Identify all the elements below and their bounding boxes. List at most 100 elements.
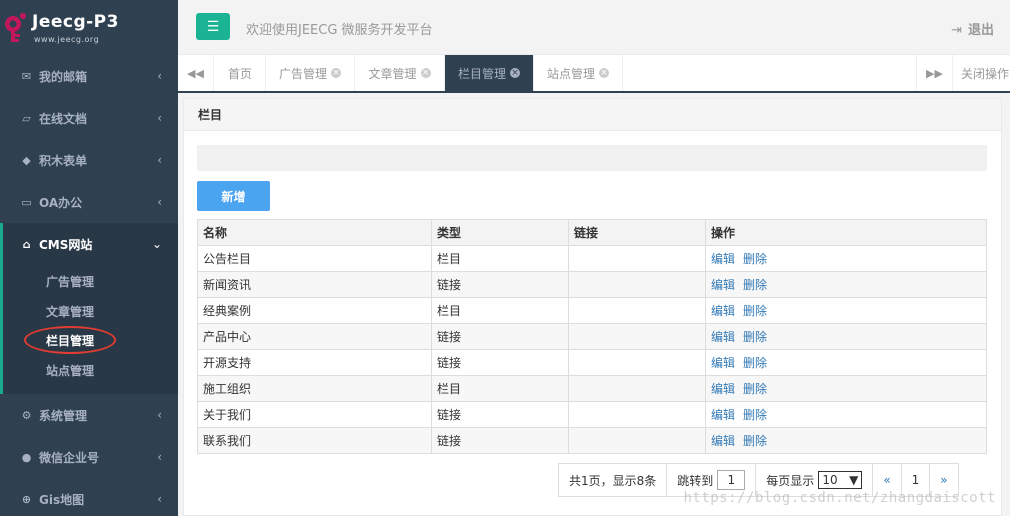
delete-link[interactable]: 删除 (743, 408, 767, 422)
laptop-icon: ▭ (21, 195, 32, 209)
edit-link[interactable]: 编辑 (711, 356, 735, 370)
tab-label: 首页 (227, 66, 252, 81)
tab-home[interactable]: 首页 (215, 55, 266, 91)
table-row[interactable]: 联系我们 链接 编辑 删除 (197, 427, 987, 454)
column-header-actions: 操作 (705, 219, 987, 246)
tab-strip: ◀◀ 首页 广告管理 × 文章管理 × 栏目管理 × 站点管理 × ▶▶ 关闭操作 (178, 55, 1010, 93)
delete-link[interactable]: 删除 (743, 304, 767, 318)
edit-link[interactable]: 编辑 (711, 434, 735, 448)
edit-link[interactable]: 编辑 (711, 330, 735, 344)
highlight-circle (24, 326, 116, 354)
edit-link[interactable]: 编辑 (711, 304, 735, 318)
chevron-left-icon: ‹ (157, 111, 162, 125)
cell-type: 栏目 (431, 245, 569, 272)
sidebar-item-docs[interactable]: ▱ 在线文档 ‹ (0, 97, 178, 139)
tab-columns[interactable]: 栏目管理 × (445, 55, 534, 91)
cell-type: 栏目 (431, 297, 569, 324)
delete-link[interactable]: 删除 (743, 330, 767, 344)
edit-link[interactable]: 编辑 (711, 408, 735, 422)
tab-label: 站点管理 (546, 66, 595, 81)
close-icon[interactable]: × (599, 68, 609, 78)
close-icon[interactable]: × (420, 68, 431, 78)
prev-page-link[interactable]: « (883, 473, 890, 487)
sidebar-item-label: 积木表单 (39, 153, 88, 168)
jump-page-input[interactable]: 1 (717, 470, 746, 490)
delete-link[interactable]: 删除 (743, 356, 767, 370)
sidebar-subitem-articles[interactable]: 文章管理 (46, 303, 94, 320)
edit-link[interactable]: 编辑 (711, 382, 735, 396)
sidebar-item-forms[interactable]: ◆ 积木表单 ‹ (0, 139, 178, 181)
cell-actions: 编辑 删除 (705, 427, 987, 454)
tab-articles[interactable]: 文章管理 × (355, 55, 445, 91)
sidebar-item-label: Gis地图 (39, 492, 85, 507)
sidebar-item-label: 微信企业号 (39, 450, 100, 465)
sidebar-item-system[interactable]: ⚙ 系统管理 ‹ (0, 394, 178, 436)
tab-scroll-left-button[interactable]: ◀◀ (178, 55, 214, 91)
sidebar-item-label: 我的邮箱 (39, 69, 88, 84)
table-row[interactable]: 关于我们 链接 编辑 删除 (197, 401, 987, 428)
tab-sites[interactable]: 站点管理 × (534, 55, 623, 91)
edit-link[interactable]: 编辑 (711, 252, 735, 266)
edit-link[interactable]: 编辑 (711, 278, 735, 292)
sidebar-item-cms[interactable]: ⌂ CMS网站 ⌄ (0, 223, 178, 265)
sidebar-item-oa[interactable]: ▭ OA办公 ‹ (0, 181, 178, 223)
logo[interactable]: Jeecg-P3 www.jeecg.org (0, 0, 178, 55)
cell-link (568, 271, 706, 298)
tab-label: 文章管理 (368, 66, 417, 81)
menu-toggle-button[interactable]: ☰ (196, 13, 230, 40)
sidebar-item-label: OA办公 (39, 195, 83, 210)
table-row[interactable]: 经典案例 栏目 编辑 删除 (197, 297, 987, 324)
sidebar-item-label: 在线文档 (39, 111, 88, 126)
sidebar-item-mail[interactable]: ✉ 我的邮箱 ‹ (0, 55, 178, 97)
welcome-text: 欢迎使用JEECG 微服务开发平台 (246, 23, 433, 38)
current-page: 1 (911, 473, 920, 487)
delete-link[interactable]: 删除 (743, 434, 767, 448)
sidebar-item-label: 系统管理 (39, 408, 88, 423)
cell-type: 链接 (431, 427, 569, 454)
delete-link[interactable]: 删除 (743, 382, 767, 396)
next-page-link[interactable]: » (940, 473, 947, 487)
cell-name: 关于我们 (197, 401, 432, 428)
table-row[interactable]: 产品中心 链接 编辑 删除 (197, 323, 987, 350)
pager-size-label: 每页显示 (766, 473, 815, 488)
search-area (197, 145, 987, 171)
table-row[interactable]: 新闻资讯 链接 编辑 删除 (197, 271, 987, 298)
logout-label: 退出 (967, 23, 994, 38)
page-size-select[interactable]: 10 ▼ (818, 471, 863, 489)
column-header-type[interactable]: 类型 (431, 219, 569, 246)
table-row[interactable]: 施工组织 栏目 编辑 删除 (197, 375, 987, 402)
sidebar-item-wechat[interactable]: ● 微信企业号 ‹ (0, 436, 178, 478)
table-row[interactable]: 公告栏目 栏目 编辑 删除 (197, 245, 987, 272)
tab-ads[interactable]: 广告管理 × (266, 55, 355, 91)
close-icon[interactable]: × (331, 68, 341, 78)
sidebar: Jeecg-P3 www.jeecg.org ✉ 我的邮箱 ‹ ▱ 在线文档 ‹… (0, 0, 178, 516)
column-header-name[interactable]: 名称 (197, 219, 432, 246)
hamburger-icon: ☰ (206, 18, 220, 35)
cell-type: 链接 (431, 271, 569, 298)
cell-link (568, 323, 706, 350)
logout-button[interactable]: ⇥ 退出 (951, 19, 994, 38)
cell-link (568, 375, 706, 402)
comments-icon: ● (21, 450, 32, 464)
sidebar-subitem-sites[interactable]: 站点管理 (46, 362, 94, 379)
sidebar-subitem-ads[interactable]: 广告管理 (46, 273, 94, 290)
table-row[interactable]: 开源支持 链接 编辑 删除 (197, 349, 987, 376)
add-button[interactable]: 新增 (197, 181, 270, 211)
cell-link (568, 427, 706, 454)
cell-link (568, 245, 706, 272)
delete-link[interactable]: 删除 (743, 278, 767, 292)
column-header-link[interactable]: 链接 (568, 219, 706, 246)
tab-scroll-right-button[interactable]: ▶▶ (916, 55, 952, 91)
cell-actions: 编辑 删除 (705, 297, 987, 324)
caret-down-icon: ▼ (849, 473, 859, 487)
page-size-value: 10 (822, 473, 838, 487)
sidebar-item-gis[interactable]: ⊕ Gis地图 ‹ (0, 478, 178, 516)
cell-name: 联系我们 (197, 427, 432, 454)
tab-close-menu[interactable]: 关闭操作 (952, 55, 1010, 91)
table-header-row: 名称 类型 链接 操作 (197, 219, 987, 246)
pager-jump-label: 跳转到 (677, 473, 714, 488)
close-icon[interactable]: × (510, 68, 520, 78)
cell-name: 公告栏目 (197, 245, 432, 272)
delete-link[interactable]: 删除 (743, 252, 767, 266)
forward-icon: ▶▶ (926, 66, 943, 80)
